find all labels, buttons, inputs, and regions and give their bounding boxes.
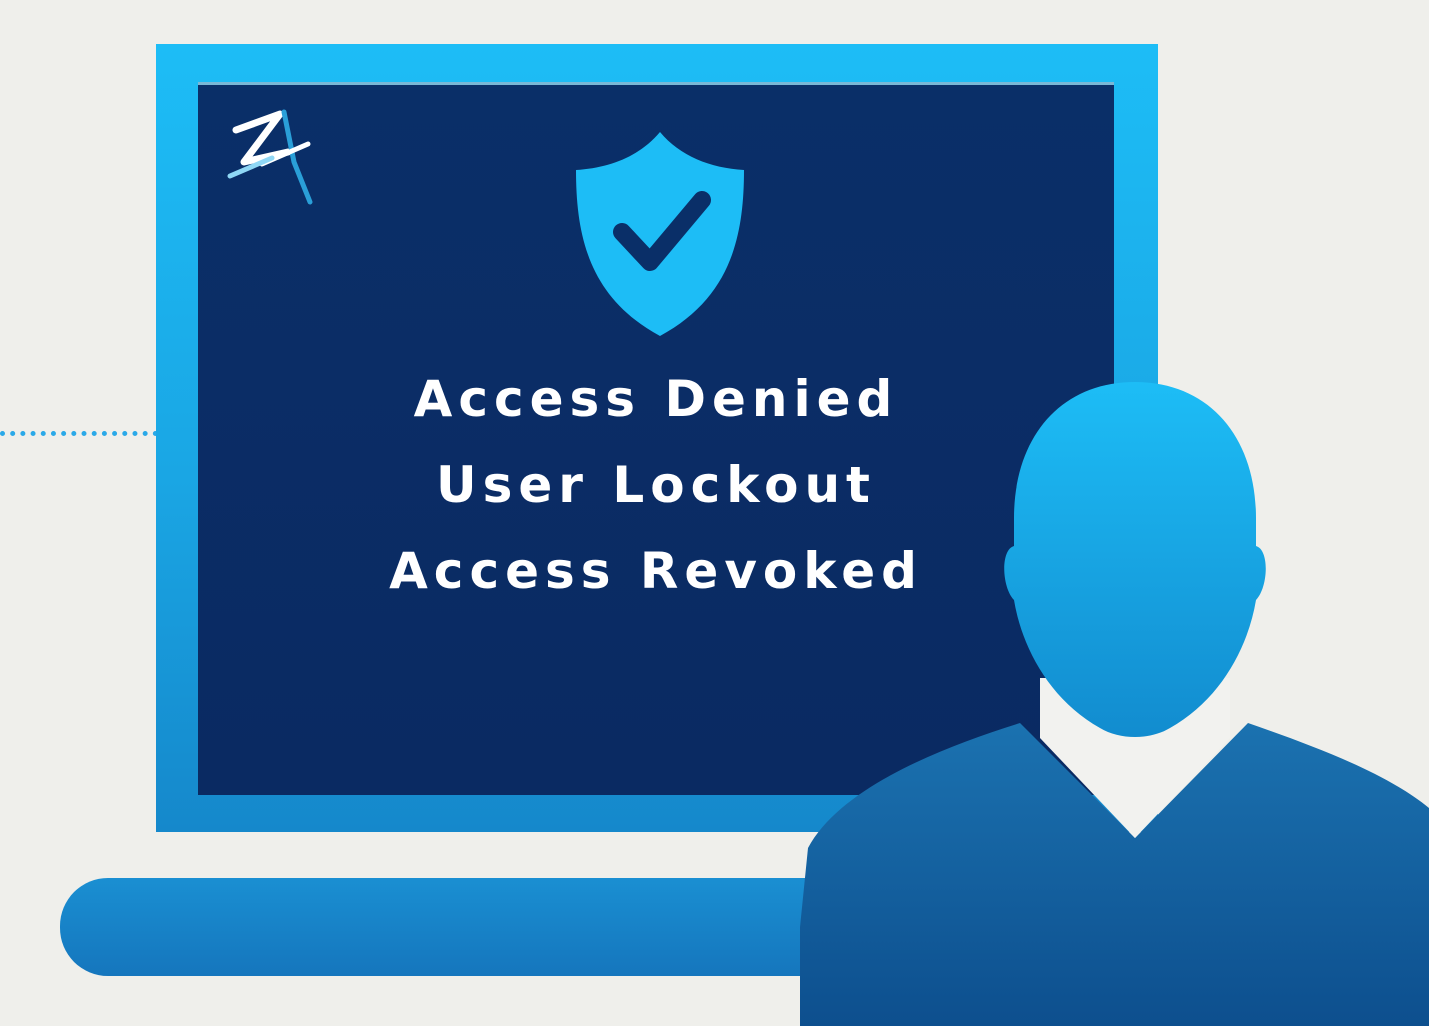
user-silhouette-icon	[800, 382, 1429, 1026]
logo-icon	[227, 109, 313, 205]
illustration: Access Denied User Lockout Access Revoke…	[0, 0, 1429, 1026]
dotted-connector-line	[0, 431, 158, 436]
shield-check-icon	[576, 132, 744, 336]
